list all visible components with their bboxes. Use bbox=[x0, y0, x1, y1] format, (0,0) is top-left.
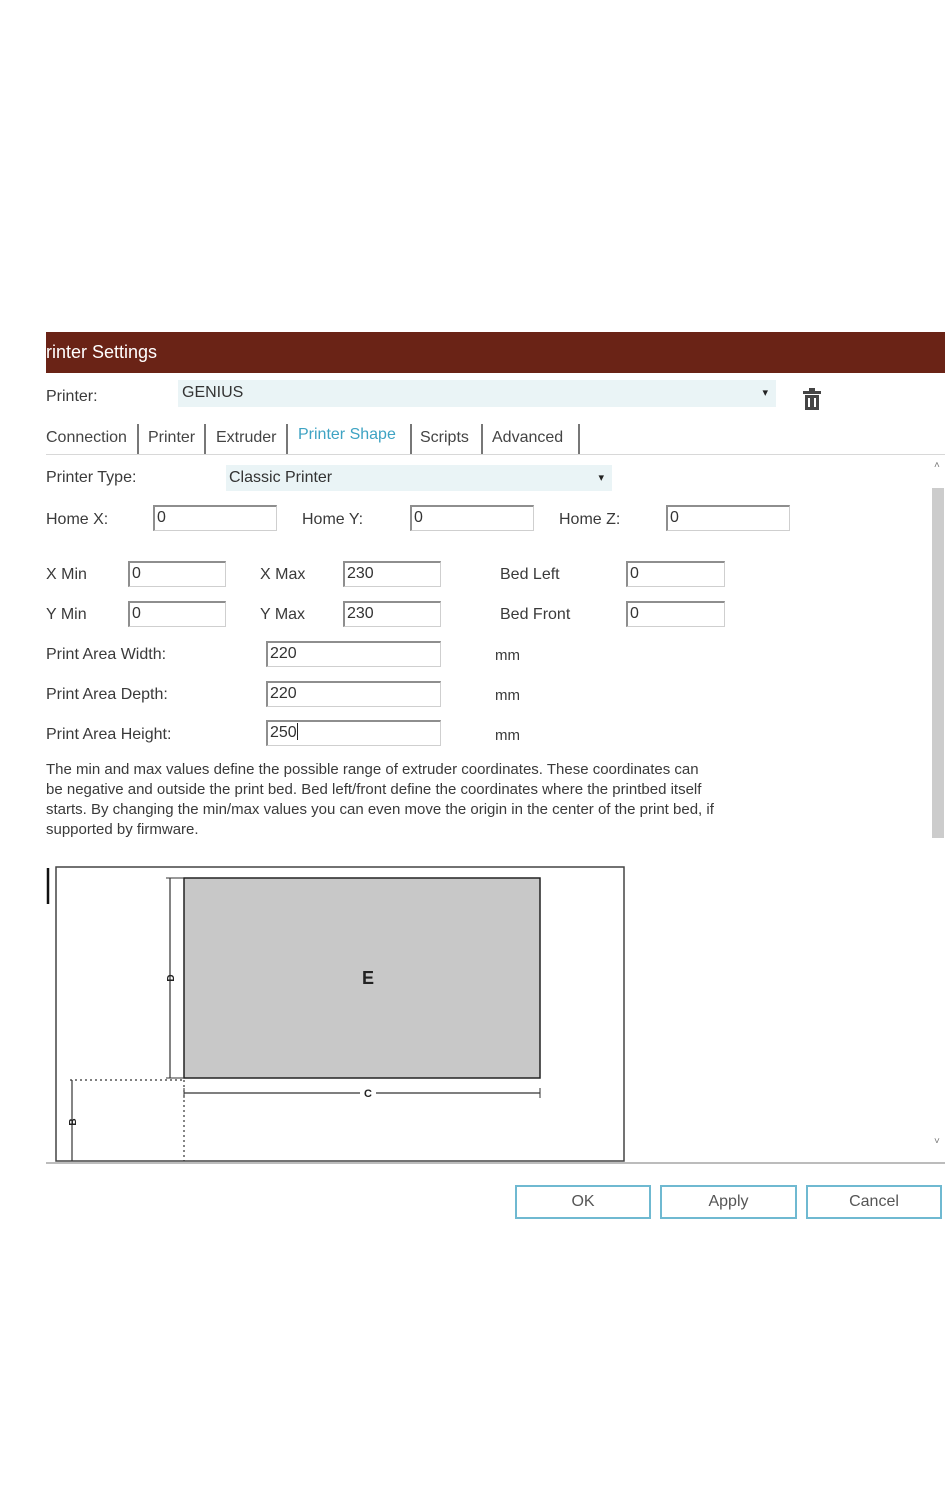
ok-button[interactable]: OK bbox=[515, 1185, 651, 1219]
help-text-line: starts. By changing the min/max values y… bbox=[46, 801, 714, 818]
home-x-label: Home X: bbox=[46, 511, 109, 528]
x-max-input[interactable]: 230 bbox=[343, 561, 441, 587]
home-y-input[interactable]: 0 bbox=[410, 505, 534, 531]
help-text: The min and max values define the possib… bbox=[46, 760, 806, 840]
x-min-value: 0 bbox=[132, 565, 141, 582]
print-area-width-value: 220 bbox=[270, 645, 297, 662]
y-max-input[interactable]: 230 bbox=[343, 601, 441, 627]
bed-left-label: Bed Left bbox=[500, 566, 560, 583]
tab-scripts[interactable]: Scripts bbox=[420, 424, 469, 454]
height-unit: mm bbox=[495, 727, 520, 744]
home-y-value: 0 bbox=[414, 509, 423, 526]
tab-divider bbox=[137, 424, 139, 454]
cancel-button[interactable]: Cancel bbox=[806, 1185, 942, 1219]
printer-label: Printer: bbox=[46, 388, 98, 405]
bed-front-label: Bed Front bbox=[500, 606, 571, 623]
print-area-depth-input[interactable]: 220 bbox=[266, 681, 441, 707]
print-area-depth-label: Print Area Depth: bbox=[46, 686, 168, 703]
print-area-width-input[interactable]: 220 bbox=[266, 641, 441, 667]
y-min-input[interactable]: 0 bbox=[128, 601, 226, 627]
printer-select[interactable]: GENIUS ▾ bbox=[178, 380, 776, 407]
bed-front-label: B bbox=[68, 1118, 79, 1125]
window-title: rinter Settings bbox=[46, 342, 158, 362]
y-max-value: 230 bbox=[347, 605, 374, 622]
width-unit: mm bbox=[495, 647, 520, 664]
bed-label: E bbox=[362, 968, 374, 988]
tab-strip-border bbox=[46, 454, 945, 455]
print-area-width-label: Print Area Width: bbox=[46, 646, 167, 663]
printer-type-label: Printer Type: bbox=[46, 469, 137, 486]
print-area-height-input[interactable]: 250 bbox=[266, 720, 441, 746]
tab-printer[interactable]: Printer bbox=[148, 424, 195, 454]
home-y-label: Home Y: bbox=[302, 511, 364, 528]
tab-printer-shape[interactable]: Printer Shape bbox=[298, 421, 396, 451]
tab-connection[interactable]: Connection bbox=[46, 424, 127, 454]
text-cursor bbox=[296, 723, 298, 740]
tab-extruder[interactable]: Extruder bbox=[216, 424, 276, 454]
printer-type-value: Classic Printer bbox=[229, 469, 333, 486]
x-max-label: X Max bbox=[260, 566, 306, 583]
window-titlebar: rinter Settings bbox=[46, 332, 945, 373]
y-min-label: Y Min bbox=[46, 606, 87, 623]
tab-divider bbox=[410, 424, 412, 454]
bed-left-input[interactable]: 0 bbox=[626, 561, 725, 587]
bed-front-input[interactable]: 0 bbox=[626, 601, 725, 627]
home-x-value: 0 bbox=[157, 509, 166, 526]
home-z-input[interactable]: 0 bbox=[666, 505, 790, 531]
y-min-value: 0 bbox=[132, 605, 141, 622]
content-bottom-border bbox=[46, 1162, 945, 1164]
delete-printer-button[interactable] bbox=[803, 388, 821, 410]
tab-divider bbox=[204, 424, 206, 454]
home-x-input[interactable]: 0 bbox=[153, 505, 277, 531]
tab-advanced[interactable]: Advanced bbox=[492, 424, 563, 454]
apply-button[interactable]: Apply bbox=[660, 1185, 797, 1219]
printer-shape-diagram: E D C B bbox=[46, 866, 626, 1162]
x-min-input[interactable]: 0 bbox=[128, 561, 226, 587]
width-label: C bbox=[364, 1088, 372, 1100]
home-z-value: 0 bbox=[670, 509, 679, 526]
y-max-label: Y Max bbox=[260, 606, 306, 623]
x-min-label: X Min bbox=[46, 566, 87, 583]
tab-divider bbox=[286, 424, 288, 454]
bed-front-value: 0 bbox=[630, 605, 639, 622]
printer-type-select[interactable]: Classic Printer ▾ bbox=[226, 465, 612, 491]
printer-select-value: GENIUS bbox=[182, 384, 244, 401]
chevron-down-icon: ▾ bbox=[762, 387, 768, 399]
scroll-up-icon[interactable]: ˄ bbox=[934, 460, 940, 471]
depth-unit: mm bbox=[495, 687, 520, 704]
tab-divider bbox=[578, 424, 580, 454]
print-area-height-value: 250 bbox=[270, 724, 297, 741]
scrollbar-thumb[interactable] bbox=[932, 488, 944, 838]
print-area-height-label: Print Area Height: bbox=[46, 726, 172, 743]
x-max-value: 230 bbox=[347, 565, 374, 582]
home-z-label: Home Z: bbox=[559, 511, 621, 528]
chevron-down-icon: ▾ bbox=[598, 472, 604, 484]
print-area-depth-value: 220 bbox=[270, 685, 297, 702]
help-text-line: supported by firmware. bbox=[46, 821, 199, 838]
scroll-down-icon[interactable]: ˅ bbox=[934, 1136, 940, 1147]
help-text-line: be negative and outside the print bed. B… bbox=[46, 781, 702, 798]
tab-divider bbox=[481, 424, 483, 454]
trash-icon bbox=[803, 388, 821, 410]
help-text-line: The min and max values define the possib… bbox=[46, 761, 699, 778]
depth-label: D bbox=[166, 974, 177, 981]
bed-left-value: 0 bbox=[630, 565, 639, 582]
